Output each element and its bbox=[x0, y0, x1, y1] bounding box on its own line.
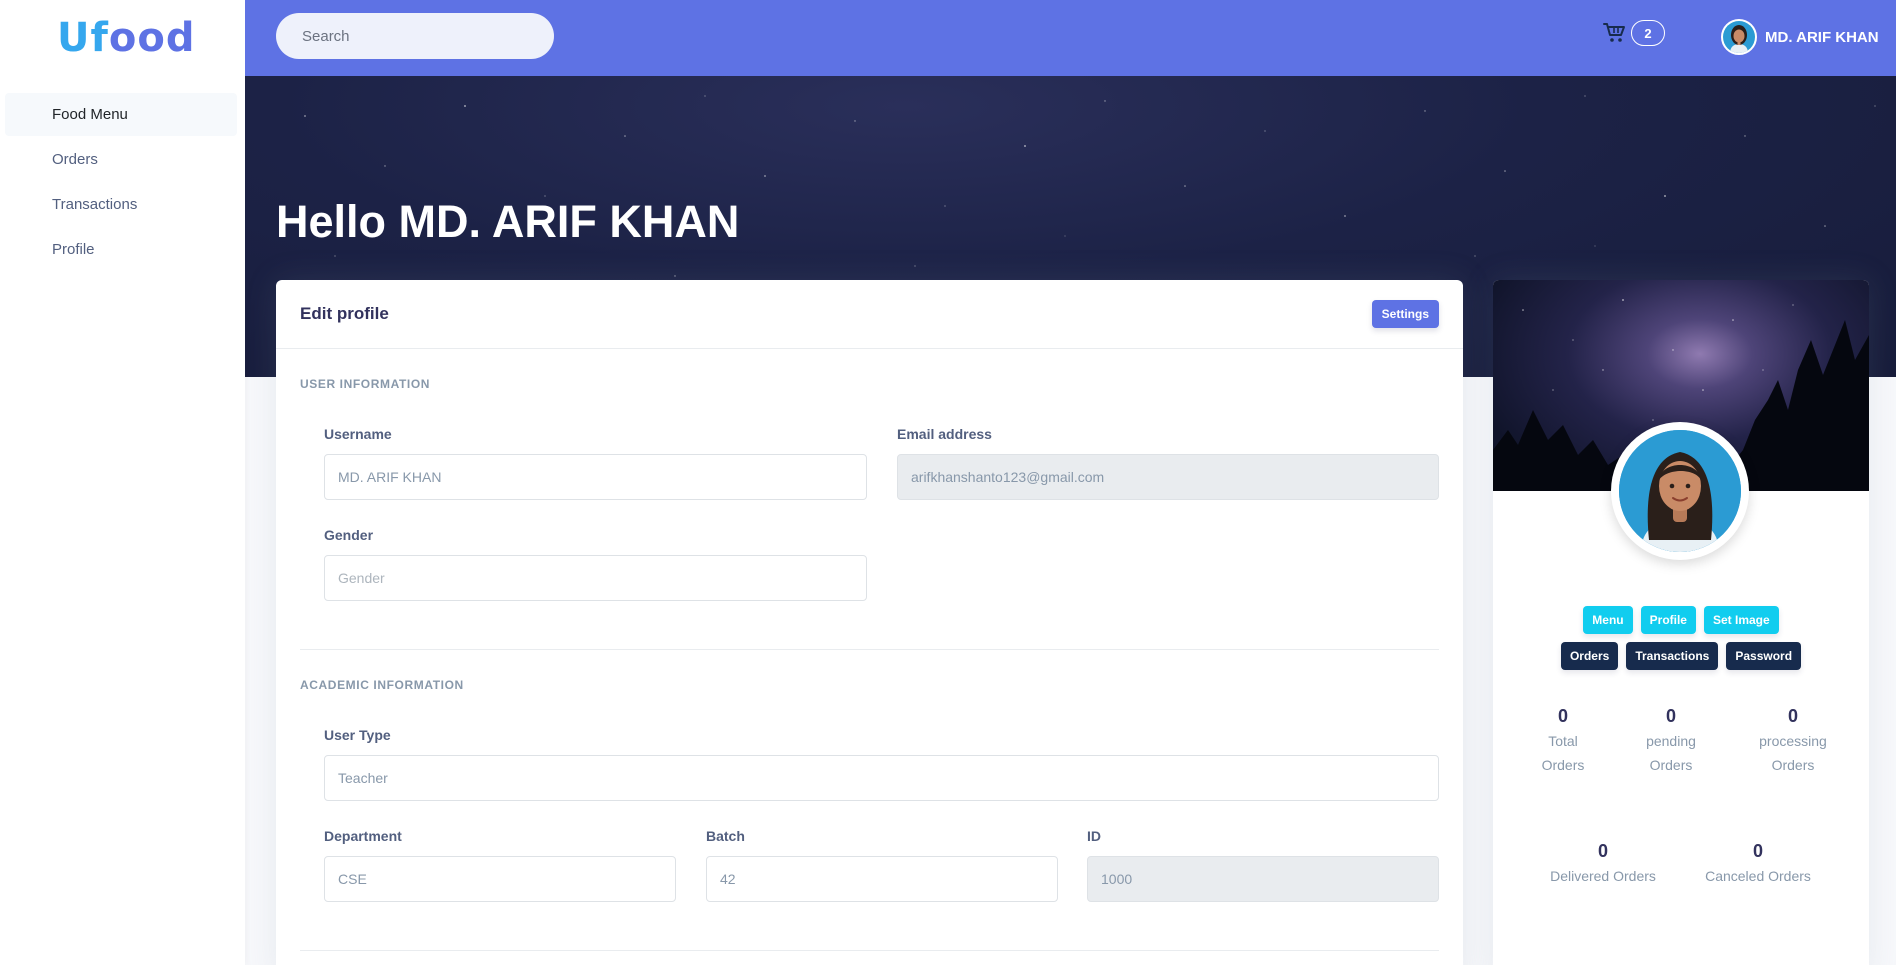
sidebar: Uf ood Food Menu Orders Transactions Pro… bbox=[0, 0, 245, 965]
stat-value: 0 bbox=[1597, 841, 1608, 861]
academic-information-heading: ACADEMIC INFORMATION bbox=[300, 678, 464, 692]
top-navbar: 2 MD. ARIF KHAN bbox=[245, 0, 1896, 76]
avatar bbox=[1721, 19, 1757, 55]
stat-canceled-orders: 0 Canceled Orders bbox=[1693, 841, 1823, 888]
stat-label: Canceled Orders bbox=[1705, 868, 1811, 884]
stat-label: processing Orders bbox=[1759, 733, 1827, 773]
settings-button[interactable]: Settings bbox=[1371, 300, 1439, 328]
stat-label: Total Orders bbox=[1541, 733, 1585, 773]
stat-total-orders: 0 Total Orders bbox=[1523, 706, 1603, 777]
page-title: Hello MD. ARIF KHAN bbox=[276, 196, 740, 247]
cart-button[interactable]: 2 bbox=[1603, 20, 1665, 46]
stat-delivered-orders: 0 Delivered Orders bbox=[1538, 841, 1668, 888]
profile-actions-row-1: Menu Profile Set Image bbox=[1493, 606, 1869, 634]
stat-value: 0 bbox=[1752, 841, 1763, 861]
ufood-logo[interactable]: Uf ood bbox=[57, 14, 195, 62]
sidebar-nav: Food Menu Orders Transactions Profile bbox=[5, 93, 237, 273]
user-type-label: User Type bbox=[324, 727, 391, 743]
stat-value: 0 bbox=[1665, 706, 1676, 726]
username-field[interactable] bbox=[324, 454, 867, 500]
sidebar-item-label: Transactions bbox=[52, 196, 138, 213]
sidebar-item-profile[interactable]: Profile bbox=[5, 228, 237, 271]
logo-text-part2: ood bbox=[108, 15, 196, 61]
gender-label: Gender bbox=[324, 527, 374, 543]
stat-label: pending Orders bbox=[1646, 733, 1696, 773]
id-field bbox=[1087, 856, 1439, 902]
profile-button[interactable]: Profile bbox=[1640, 606, 1696, 634]
sidebar-item-label: Profile bbox=[52, 241, 95, 258]
stat-pending-orders: 0 pending Orders bbox=[1631, 706, 1711, 777]
batch-label: Batch bbox=[706, 828, 745, 844]
menu-button[interactable]: Menu bbox=[1583, 606, 1633, 634]
gender-field[interactable] bbox=[324, 555, 867, 601]
username-label: Username bbox=[324, 426, 392, 442]
stat-value: 0 bbox=[1787, 706, 1798, 726]
orders-button[interactable]: Orders bbox=[1560, 642, 1619, 670]
id-label: ID bbox=[1087, 828, 1101, 844]
card-header: Edit profile Settings bbox=[276, 280, 1463, 349]
cart-icon bbox=[1603, 23, 1625, 42]
edit-profile-card: Edit profile Settings USER INFORMATION U… bbox=[276, 280, 1463, 965]
profile-actions-row-2: Orders Transactions Password bbox=[1493, 642, 1869, 670]
set-image-button[interactable]: Set Image bbox=[1703, 606, 1779, 634]
sidebar-item-label: Food Menu bbox=[52, 106, 128, 123]
department-field[interactable] bbox=[324, 856, 676, 902]
profile-avatar bbox=[1611, 422, 1749, 560]
sidebar-item-transactions[interactable]: Transactions bbox=[5, 183, 237, 226]
section-divider bbox=[300, 950, 1439, 951]
sidebar-item-orders[interactable]: Orders bbox=[5, 138, 237, 181]
user-menu[interactable]: MD. ARIF KHAN bbox=[1721, 19, 1879, 55]
user-type-field[interactable] bbox=[324, 755, 1439, 801]
user-information-heading: USER INFORMATION bbox=[300, 377, 431, 391]
email-label: Email address bbox=[897, 426, 992, 442]
stat-label: Delivered Orders bbox=[1550, 868, 1656, 884]
stat-value: 0 bbox=[1557, 706, 1568, 726]
stat-processing-orders: 0 processing Orders bbox=[1743, 706, 1843, 777]
department-label: Department bbox=[324, 828, 402, 844]
card-title: Edit profile bbox=[300, 304, 389, 323]
transactions-button[interactable]: Transactions bbox=[1626, 642, 1719, 670]
sidebar-item-label: Orders bbox=[52, 151, 98, 168]
user-name: MD. ARIF KHAN bbox=[1765, 28, 1879, 46]
search-input[interactable] bbox=[276, 13, 554, 59]
sidebar-item-food-menu[interactable]: Food Menu bbox=[5, 93, 237, 136]
password-button[interactable]: Password bbox=[1726, 642, 1802, 670]
profile-summary-card: Menu Profile Set Image Orders Transactio… bbox=[1493, 280, 1869, 965]
cart-count-badge: 2 bbox=[1631, 20, 1665, 46]
email-field bbox=[897, 454, 1439, 500]
batch-field[interactable] bbox=[706, 856, 1058, 902]
logo-text-part1: Uf bbox=[57, 15, 109, 61]
section-divider bbox=[300, 649, 1439, 650]
